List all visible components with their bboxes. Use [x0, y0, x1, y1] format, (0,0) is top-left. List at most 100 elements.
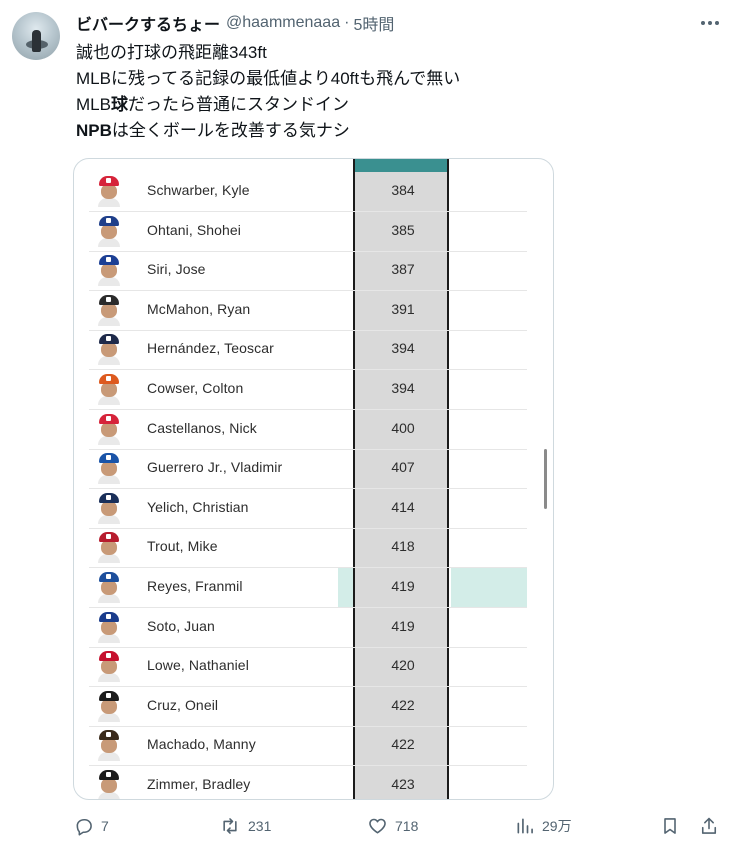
- table-row: Lowe, Nathaniel 420: [89, 647, 527, 688]
- tweet-line-3-pre: MLB: [76, 95, 111, 114]
- player-headshot: [98, 690, 120, 722]
- like-count: 718: [395, 818, 419, 834]
- player-name: Soto, Juan: [147, 617, 215, 634]
- player-headshot: [98, 611, 120, 643]
- tweet-image[interactable]: Schwarber, Kyle 384 Ohtani, Shohei 385 Siri,…: [73, 158, 554, 800]
- distance-value: 422: [391, 696, 415, 713]
- player-headshot: [98, 294, 120, 326]
- team-logo-icon: [106, 534, 111, 540]
- team-logo-icon: [106, 376, 111, 381]
- player-headshot: [98, 770, 120, 799]
- distance-value: 423: [391, 776, 415, 792]
- table-row: Reyes, Franmil 419: [89, 568, 527, 608]
- separator-dot: ·: [344, 14, 350, 31]
- player-name: Reyes, Franmil: [147, 578, 243, 594]
- team-logo-icon: [106, 732, 111, 738]
- distance-value: 394: [391, 380, 415, 396]
- table-row: Siri, Jose 387: [89, 251, 527, 292]
- distance-value: 387: [391, 261, 415, 278]
- views-button[interactable]: 29万: [515, 812, 572, 840]
- player-name: Ohtani, Shohei: [147, 221, 242, 238]
- table-row: Castellanos, Nick 400: [89, 410, 527, 450]
- distance-value: 391: [391, 300, 415, 317]
- image-scrollbar: [544, 449, 547, 509]
- row-highlight: [451, 568, 527, 607]
- like-button[interactable]: 718: [367, 812, 418, 840]
- bookmark-button[interactable]: [660, 812, 680, 840]
- table-row: Hernández, Teoscar 394: [89, 330, 527, 371]
- player-name: Siri, Jose: [147, 261, 206, 278]
- player-name: Hernández, Teoscar: [147, 340, 274, 357]
- views-count: 29万: [542, 818, 572, 834]
- player-name: Trout, Mike: [147, 538, 218, 555]
- tweet-actions: 7 231 718 29万: [0, 812, 742, 840]
- table-row: Machado, Manny 422: [89, 726, 527, 767]
- table-row: Ohtani, Shohei 385: [89, 212, 527, 252]
- player-name: Cruz, Oneil: [147, 696, 219, 713]
- heart-icon: [367, 816, 388, 836]
- user-avatar[interactable]: [12, 12, 60, 60]
- more-options-icon[interactable]: [697, 13, 723, 33]
- player-headshot: [98, 453, 120, 485]
- tweet-time[interactable]: 5時間: [353, 11, 394, 35]
- player-headshot: [98, 215, 120, 247]
- table-row: Yelich, Christian 414: [89, 489, 527, 529]
- player-name: Zimmer, Bradley: [147, 776, 251, 792]
- table-row: Trout, Mike 418: [89, 528, 527, 569]
- player-name: Castellanos, Nick: [147, 419, 257, 436]
- distance-value: 418: [391, 538, 415, 555]
- player-headshot: [98, 413, 120, 445]
- table-row: Cruz, Oneil 422: [89, 687, 527, 727]
- player-name: Schwarber, Kyle: [147, 182, 250, 198]
- repost-button[interactable]: 231: [219, 812, 271, 840]
- views-icon: [515, 816, 535, 836]
- team-logo-icon: [106, 653, 111, 659]
- distance-value: 419: [391, 578, 415, 594]
- share-button[interactable]: [699, 812, 719, 840]
- team-logo-icon: [106, 336, 111, 342]
- distance-value: 400: [391, 419, 415, 436]
- team-logo-icon: [106, 257, 111, 263]
- distance-value: 419: [391, 617, 415, 634]
- player-headshot: [98, 572, 120, 603]
- reply-button[interactable]: 7: [74, 812, 109, 840]
- repost-icon: [219, 816, 241, 836]
- distance-value: 394: [391, 340, 415, 357]
- user-handle[interactable]: @haammenaaa: [226, 14, 340, 32]
- bookmark-icon: [660, 815, 680, 837]
- tweet-text: 誠也の打球の飛距離343ft MLBに残ってる記録の最低値より40ftも飛んで無…: [76, 40, 716, 144]
- team-logo-icon: [106, 415, 111, 421]
- team-logo-icon: [106, 455, 111, 461]
- team-logo-icon: [106, 692, 111, 698]
- reply-icon: [74, 816, 94, 836]
- distance-value: 384: [391, 182, 415, 198]
- team-logo-icon: [106, 178, 111, 183]
- player-name: Guerrero Jr., Vladimir: [147, 459, 283, 476]
- team-logo-icon: [106, 772, 111, 777]
- repost-count: 231: [248, 818, 272, 834]
- player-name: Lowe, Nathaniel: [147, 657, 249, 674]
- tweet-line-4-bold: NPB: [76, 121, 112, 140]
- user-name[interactable]: ビバークするちょー: [76, 11, 220, 35]
- share-icon: [699, 815, 719, 837]
- player-headshot: [98, 730, 120, 762]
- team-logo-icon: [106, 494, 111, 500]
- team-logo-icon: [106, 574, 111, 579]
- player-headshot: [98, 255, 120, 287]
- tweet-line-4-post: は全くボールを改善する気ナシ: [111, 121, 350, 140]
- player-name: Cowser, Colton: [147, 380, 244, 396]
- player-headshot: [98, 651, 120, 683]
- tweet-line-3: MLB球だったら普通にスタンドイン: [76, 92, 716, 118]
- table-row: Soto, Juan 419: [89, 608, 527, 648]
- player-headshot: [98, 492, 120, 524]
- player-headshot: [98, 532, 120, 564]
- tweet-header: ビバークするちょー @haammenaaa · 5時間: [76, 11, 394, 35]
- player-name: Yelich, Christian: [147, 498, 249, 515]
- distance-column-header: [355, 159, 447, 172]
- player-headshot: [98, 374, 120, 405]
- table-row: McMahon, Ryan 391: [89, 291, 527, 331]
- row-highlight: [338, 568, 353, 607]
- tweet-line-3-post: だったら普通にスタンドイン: [127, 95, 349, 114]
- player-headshot: [98, 334, 120, 366]
- tweet-line-4: NPBは全くボールを改善する気ナシ: [76, 118, 716, 144]
